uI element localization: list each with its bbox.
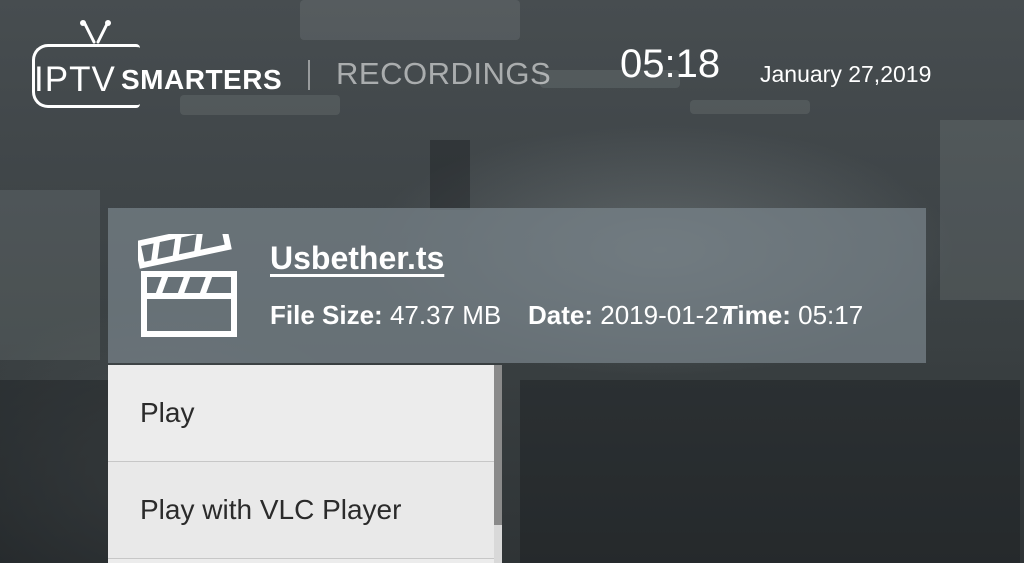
menu-item-play[interactable]: Play [108,365,502,462]
page-title: RECORDINGS [336,56,552,91]
date-field: Date: 2019-01-27 [528,300,733,331]
time-label: Time: [722,300,791,330]
menu-scrollbar-thumb[interactable] [494,365,502,525]
header-divider [308,60,310,90]
file-size-field: File Size: 47.37 MB [270,300,501,331]
recording-options-menu: Play Play with VLC Player [108,365,502,563]
date-label: Date: [528,300,594,330]
clapperboard-icon [138,234,237,337]
date-value: 2019-01-27 [600,300,734,330]
menu-item-label: Play with VLC Player [140,494,402,525]
recording-file-name[interactable]: Usbether.ts [270,240,444,277]
logo-iptv-text: IPTV [34,60,116,99]
file-size-label: File Size: [270,300,383,330]
clock-time: 05:18 [620,42,721,86]
time-field: Time: 05:17 [722,300,863,331]
recording-info-panel: Usbether.ts File Size: 47.37 MB Date: 20… [108,208,926,363]
iptv-smarters-logo: IPTV SMARTERS [28,20,288,112]
logo-smarters-text: SMARTERS [121,64,283,95]
time-value: 05:17 [798,300,864,330]
file-size-value: 47.37 MB [389,300,502,330]
menu-scrollbar[interactable] [494,365,502,563]
menu-item-play-vlc[interactable]: Play with VLC Player [108,462,502,559]
current-date: January 27,2019 [760,61,932,87]
top-bar: IPTV SMARTERS RECORDINGS 05:18 January 2… [0,0,1024,120]
antenna-icon [80,20,111,44]
menu-item-label: Play [140,397,195,428]
